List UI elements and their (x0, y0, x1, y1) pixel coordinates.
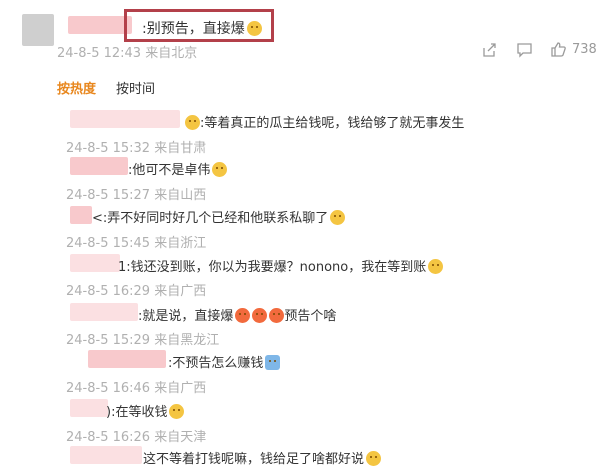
emoji-icon (185, 115, 200, 130)
reply-meta: 24-8-5 15:45 来自浙江 (66, 236, 207, 251)
username-redacted[interactable] (70, 206, 92, 224)
thumbs-up-icon[interactable] (550, 41, 567, 58)
like-count: 738 (572, 42, 597, 57)
reply-text: :他可不是卓伟 (128, 163, 211, 178)
reply-meta: 24-8-5 15:27 来自山西 (66, 188, 207, 203)
reply-meta: 24-8-5 16:46 来自广西 (66, 381, 207, 396)
emoji-icon (269, 308, 285, 323)
emoji-icon (428, 259, 444, 274)
tab-time[interactable]: 按时间 (116, 78, 155, 97)
list-item: 这不等着打钱呢嘛，钱给足了啥都好说 (143, 448, 382, 467)
reply-text: :等着真正的瓜主给钱呢，钱给够了就无事发生 (200, 116, 465, 131)
emoji-icon (330, 210, 346, 225)
share-icon[interactable] (481, 42, 497, 58)
username-redacted[interactable] (70, 399, 108, 417)
list-item: <:弄不好同时好几个已经和他联系私聊了 (92, 207, 346, 226)
reply-text: 这不等着打钱呢嘛，钱给足了啥都好说 (143, 452, 365, 467)
comment-text-content: :别预告，直接爆 (142, 21, 245, 37)
username-redacted[interactable] (70, 157, 128, 175)
emoji-icon (252, 308, 268, 323)
reply-text: :不预告怎么赚钱 (168, 356, 264, 371)
list-item: :等着真正的瓜主给钱呢，钱给够了就无事发生 (183, 112, 464, 131)
tab-hot[interactable]: 按热度 (57, 78, 96, 97)
emoji-icon (169, 404, 185, 419)
comment-meta: 24-8-5 12:43 来自北京 (57, 46, 198, 61)
username-redacted[interactable] (70, 303, 138, 321)
comment-icon[interactable] (516, 42, 533, 58)
list-item: :就是说，直接爆 预告个啥 (138, 305, 336, 324)
reply-meta: 24-8-5 15:32 来自甘肃 (66, 141, 207, 156)
reply-text: <:弄不好同时好几个已经和他联系私聊了 (92, 211, 329, 226)
emoji-icon (212, 162, 228, 177)
reply-meta: 24-8-5 16:29 来自广西 (66, 284, 207, 299)
reply-text: :就是说，直接爆 (138, 309, 234, 324)
list-item: 1:钱还没到账，你以为我要爆？nonono，我在等到账 (118, 256, 444, 275)
list-item: :不预告怎么赚钱 (168, 352, 281, 371)
list-item: ):在等收钱 (106, 401, 185, 420)
emoji-icon (235, 308, 251, 323)
reply-text-suffix: 预告个啥 (284, 309, 337, 324)
reply-text: 1:钱还没到账，你以为我要爆？nonono，我在等到账 (118, 260, 427, 275)
emoji-icon (265, 355, 281, 370)
emoji-icon (246, 21, 262, 36)
reply-text: ):在等收钱 (106, 405, 168, 420)
username-redacted[interactable] (70, 254, 120, 272)
username-redacted[interactable] (70, 446, 142, 464)
username-redacted[interactable] (88, 350, 166, 368)
username-redacted[interactable] (68, 16, 132, 34)
reply-meta: 24-8-5 15:29 来自黑龙江 (66, 333, 220, 348)
list-item: :他可不是卓伟 (128, 159, 228, 178)
avatar[interactable] (22, 14, 54, 46)
username-redacted[interactable] (70, 110, 180, 128)
comment-text: :别预告，直接爆 (142, 18, 262, 38)
reply-meta: 24-8-5 16:26 来自天津 (66, 430, 207, 445)
